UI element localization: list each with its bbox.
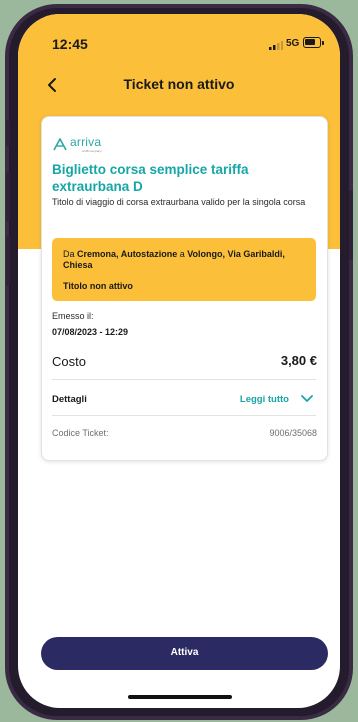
volume-down-button	[6, 236, 10, 286]
ticket-code-value: 9006/35068	[269, 428, 317, 438]
route-from-prefix: Da	[63, 249, 78, 259]
cost-value: 3,80 €	[280, 353, 317, 368]
ticket-card: arriva a DB company Biglietto corsa semp…	[41, 116, 328, 461]
nav-bar: Ticket non attivo	[18, 70, 340, 100]
mute-switch	[6, 120, 10, 146]
divider	[52, 415, 316, 416]
read-more-label: Leggi tutto	[239, 394, 289, 405]
cost-label: Costo	[52, 354, 86, 369]
ticket-status: Titolo non attivo	[63, 281, 133, 291]
activate-button-label: Attiva	[170, 647, 199, 658]
signal-bars-icon	[269, 41, 283, 50]
volume-up-button	[6, 172, 10, 222]
page-title: Ticket non attivo	[123, 76, 235, 92]
divider	[52, 379, 316, 380]
app-screen: 12:45 5G Ticket non attivo arriva a DB c…	[18, 14, 340, 708]
ticket-code-label: Codice Ticket:	[52, 428, 109, 438]
brand-subtitle: a DB company	[82, 149, 102, 153]
route-line: Da Cremona, Autostazione a Volongo, Via …	[63, 249, 307, 271]
issued-value: 07/08/2023 - 12:29	[52, 327, 129, 337]
activate-button[interactable]: Attiva	[41, 637, 328, 670]
brand-name: arriva	[70, 135, 102, 149]
route-to-prefix: a	[177, 249, 188, 259]
issued-label: Emesso il:	[52, 311, 94, 321]
ticket-title: Biglietto corsa semplice tariffa extraur…	[52, 162, 249, 194]
arriva-logo: arriva a DB company	[52, 135, 132, 159]
details-label: Dettagli	[52, 394, 87, 405]
status-time: 12:45	[52, 36, 88, 52]
ticket-description: Titolo di viaggio di corsa extraurbana v…	[52, 197, 306, 207]
route-box: Da Cremona, Autostazione a Volongo, Via …	[52, 238, 316, 301]
chevron-down-icon	[301, 395, 313, 402]
read-more-button[interactable]: Leggi tutto	[225, 392, 315, 406]
arriva-logo-icon	[53, 138, 67, 151]
home-indicator[interactable]	[128, 695, 232, 699]
power-button	[349, 190, 353, 260]
status-bar: 12:45 5G	[18, 14, 340, 54]
route-from: Cremona, Autostazione	[77, 249, 178, 259]
network-type: 5G	[286, 38, 300, 49]
battery-icon	[303, 37, 324, 48]
